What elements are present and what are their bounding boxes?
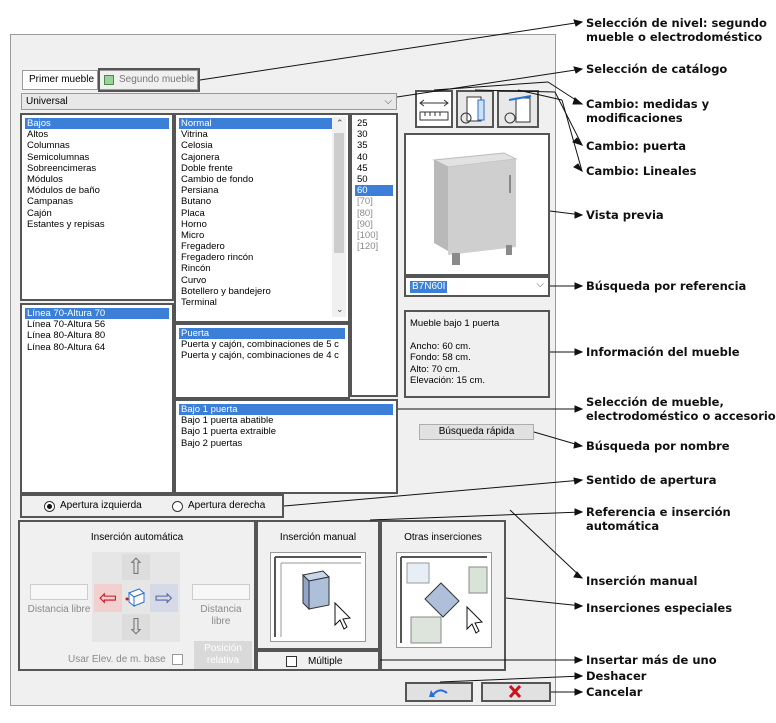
annotation-cancel: Cancelar [586,685,643,699]
annotation-catalog: Selección de catálogo [586,62,728,76]
annotation-opening: Sentido de apertura [586,473,717,487]
annotation-info: Información del mueble [586,345,740,359]
annotation-multiple: Insertar más de uno [586,653,717,667]
annotation-special: Inserciones especiales [586,601,733,615]
annotation-undo: Deshacer [586,669,647,683]
annotation-linear: Cambio: Lineales [586,164,697,178]
annotation-ref-auto: Referencia e inserción automática [586,505,731,533]
annotation-name-search: Búsqueda por nombre [586,439,730,453]
annotation-preview: Vista previa [586,208,664,222]
annotation-door: Cambio: puerta [586,139,687,153]
annotation-manual: Inserción manual [586,574,698,588]
annotation-selection: Selección de mueble, electrodoméstico o … [586,395,776,423]
annotation-measures: Cambio: medidas y modificaciones [586,97,710,125]
annotation-reference: Búsqueda por referencia [586,279,747,293]
annotation-level: Selección de nivel: segundo mueble o ele… [586,16,767,44]
